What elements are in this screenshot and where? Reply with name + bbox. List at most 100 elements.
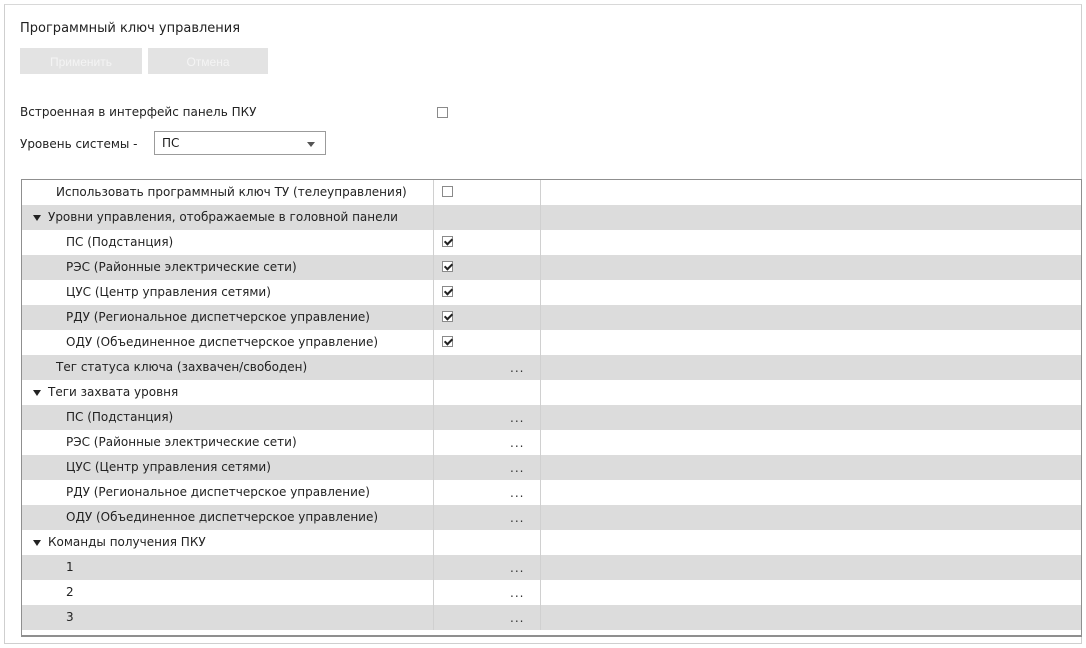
property-value-cell — [433, 205, 540, 230]
property-name-cell: РДУ (Региональное диспетчерское управлен… — [22, 480, 433, 505]
property-label: 3 — [66, 610, 74, 624]
property-name-cell: РЭС (Районные электрические сети) — [22, 430, 433, 455]
empty-cell — [540, 505, 1081, 530]
ellipsis-button[interactable]: ... — [510, 586, 524, 600]
ellipsis-button[interactable]: ... — [510, 486, 524, 500]
property-value-cell[interactable]: ... — [433, 555, 540, 580]
empty-cell — [540, 280, 1081, 305]
embedded-panel-checkbox[interactable] — [437, 107, 448, 118]
property-label: Использовать программный ключ ТУ (телеуп… — [56, 185, 407, 199]
property-value-cell[interactable] — [433, 305, 540, 330]
ellipsis-button[interactable]: ... — [510, 561, 524, 575]
grid-property-row[interactable]: РЭС (Районные электрические сети) — [22, 255, 1081, 280]
triangle-down-icon[interactable] — [33, 215, 41, 221]
grid-category-row[interactable]: Теги захвата уровня — [22, 380, 1081, 405]
apply-button[interactable]: Применить — [20, 48, 142, 74]
empty-cell — [540, 205, 1081, 230]
panel-title: Программный ключ управления — [20, 21, 241, 36]
triangle-down-icon[interactable] — [33, 390, 41, 396]
empty-cell — [540, 580, 1081, 605]
ellipsis-button[interactable]: ... — [510, 411, 524, 425]
property-value-cell[interactable] — [433, 330, 540, 355]
property-label: РЭС (Районные электрические сети) — [66, 435, 297, 449]
grid-property-row[interactable]: РДУ (Региональное диспетчерское управлен… — [22, 305, 1081, 330]
property-name-cell: ПС (Подстанция) — [22, 405, 433, 430]
grid-property-row[interactable]: ПС (Подстанция) — [22, 230, 1081, 255]
property-name-cell: ПС (Подстанция) — [22, 230, 433, 255]
property-value-cell[interactable] — [433, 230, 540, 255]
cancel-button[interactable]: Отмена — [148, 48, 268, 74]
property-label: Команды получения ПКУ — [48, 535, 206, 549]
checked-checkbox[interactable] — [442, 336, 453, 347]
grid-category-row[interactable]: Уровни управления, отображаемые в головн… — [22, 205, 1081, 230]
system-level-value: ПС — [162, 136, 180, 150]
property-value-cell[interactable]: ... — [433, 455, 540, 480]
grid-property-row[interactable]: Тег статуса ключа (захвачен/свободен)... — [22, 355, 1081, 380]
ellipsis-button[interactable]: ... — [510, 436, 524, 450]
grid-property-row[interactable]: ОДУ (Объединенное диспетчерское управлен… — [22, 505, 1081, 530]
property-label: РЭС (Районные электрические сети) — [66, 260, 297, 274]
empty-cell — [540, 455, 1081, 480]
checked-checkbox[interactable] — [442, 261, 453, 272]
empty-cell — [540, 355, 1081, 380]
property-label: ЦУС (Центр управления сетями) — [66, 460, 271, 474]
empty-cell — [540, 255, 1081, 280]
property-label: РДУ (Региональное диспетчерское управлен… — [66, 310, 370, 324]
checkbox[interactable] — [442, 186, 453, 197]
property-name-cell: РЭС (Районные электрические сети) — [22, 255, 433, 280]
empty-cell — [540, 230, 1081, 255]
grid-property-row[interactable]: 1... — [22, 555, 1081, 580]
property-name-cell: Тег статуса ключа (захвачен/свободен) — [22, 355, 433, 380]
property-name-cell: ОДУ (Объединенное диспетчерское управлен… — [22, 505, 433, 530]
property-value-cell[interactable]: ... — [433, 605, 540, 630]
empty-cell — [540, 405, 1081, 430]
property-name-cell: Теги захвата уровня — [22, 380, 433, 405]
embedded-panel-label: Встроенная в интерфейс панель ПКУ — [20, 105, 257, 119]
property-value-cell[interactable] — [433, 180, 540, 205]
property-label: 1 — [66, 560, 74, 574]
grid-property-row[interactable]: ЦУС (Центр управления сетями) — [22, 280, 1081, 305]
chevron-down-icon — [307, 142, 315, 147]
grid-property-row[interactable]: 2... — [22, 580, 1081, 605]
property-value-cell — [433, 380, 540, 405]
empty-cell — [540, 480, 1081, 505]
grid-property-row[interactable]: ПС (Подстанция)... — [22, 405, 1081, 430]
property-value-cell[interactable]: ... — [433, 480, 540, 505]
property-name-cell: 2 — [22, 580, 433, 605]
property-value-cell[interactable]: ... — [433, 580, 540, 605]
empty-cell — [540, 555, 1081, 580]
property-value-cell[interactable] — [433, 280, 540, 305]
property-name-cell: ЦУС (Центр управления сетями) — [22, 280, 433, 305]
property-label: ОДУ (Объединенное диспетчерское управлен… — [66, 510, 379, 524]
checked-checkbox[interactable] — [442, 236, 453, 247]
property-value-cell[interactable]: ... — [433, 505, 540, 530]
property-name-cell: ОДУ (Объединенное диспетчерское управлен… — [22, 330, 433, 355]
checked-checkbox[interactable] — [442, 311, 453, 322]
property-label: ПС (Подстанция) — [66, 410, 174, 424]
property-value-cell[interactable]: ... — [433, 405, 540, 430]
property-value-cell — [433, 530, 540, 555]
empty-cell — [540, 305, 1081, 330]
empty-cell — [540, 430, 1081, 455]
grid-property-row[interactable]: Использовать программный ключ ТУ (телеуп… — [22, 180, 1081, 205]
ellipsis-button[interactable]: ... — [510, 361, 524, 375]
ellipsis-button[interactable]: ... — [510, 611, 524, 625]
property-label: ОДУ (Объединенное диспетчерское управлен… — [66, 335, 379, 349]
grid-property-row[interactable]: 3... — [22, 605, 1081, 630]
system-level-label: Уровень системы - — [20, 137, 138, 151]
property-name-cell: ЦУС (Центр управления сетями) — [22, 455, 433, 480]
property-name-cell: 3 — [22, 605, 433, 630]
grid-property-row[interactable]: ЦУС (Центр управления сетями)... — [22, 455, 1081, 480]
ellipsis-button[interactable]: ... — [510, 461, 524, 475]
triangle-down-icon[interactable] — [33, 540, 41, 546]
property-value-cell[interactable]: ... — [433, 430, 540, 455]
property-value-cell[interactable]: ... — [433, 355, 540, 380]
grid-property-row[interactable]: РЭС (Районные электрические сети)... — [22, 430, 1081, 455]
property-value-cell[interactable] — [433, 255, 540, 280]
grid-property-row[interactable]: ОДУ (Объединенное диспетчерское управлен… — [22, 330, 1081, 355]
checked-checkbox[interactable] — [442, 286, 453, 297]
system-level-select[interactable]: ПС — [154, 131, 326, 155]
grid-category-row[interactable]: Команды получения ПКУ — [22, 530, 1081, 555]
ellipsis-button[interactable]: ... — [510, 511, 524, 525]
grid-property-row[interactable]: РДУ (Региональное диспетчерское управлен… — [22, 480, 1081, 505]
